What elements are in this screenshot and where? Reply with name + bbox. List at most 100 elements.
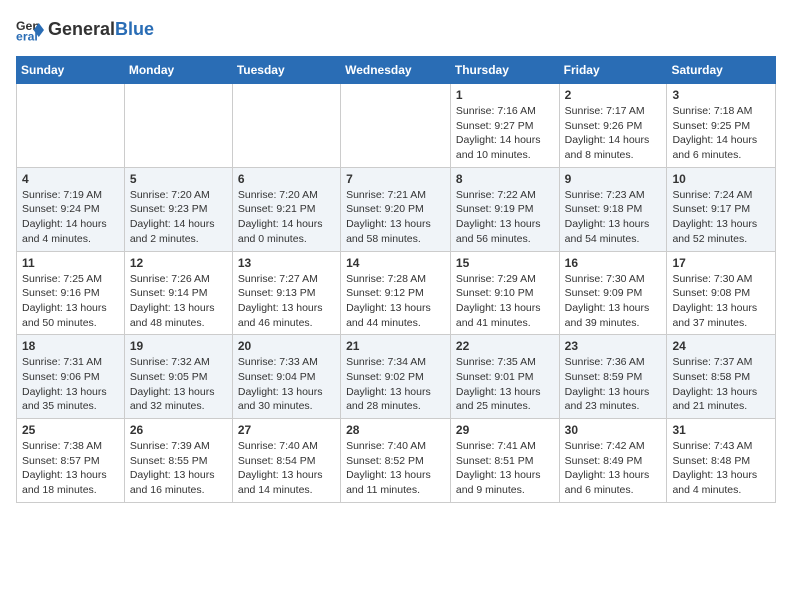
calendar-cell: 22Sunrise: 7:35 AM Sunset: 9:01 PM Dayli… — [450, 335, 559, 419]
day-info: Sunrise: 7:38 AM Sunset: 8:57 PM Dayligh… — [22, 439, 119, 498]
day-info: Sunrise: 7:16 AM Sunset: 9:27 PM Dayligh… — [456, 104, 554, 163]
day-info: Sunrise: 7:33 AM Sunset: 9:04 PM Dayligh… — [238, 355, 335, 414]
col-header-thursday: Thursday — [450, 57, 559, 84]
day-number: 7 — [346, 172, 445, 186]
calendar-cell: 15Sunrise: 7:29 AM Sunset: 9:10 PM Dayli… — [450, 251, 559, 335]
calendar-cell: 28 Sunrise: 7:40 AM Sunset: 8:52 PM Dayli… — [341, 419, 451, 503]
day-number: 1 — [456, 88, 554, 102]
day-number: 27 — [238, 423, 335, 437]
day-info: Sunrise: 7:43 AM Sunset: 8:48 PM Dayligh… — [672, 439, 770, 498]
calendar-cell — [341, 84, 451, 168]
calendar-week-1: 1 Sunrise: 7:16 AM Sunset: 9:27 PM Daylig… — [17, 84, 776, 168]
day-info: Sunrise: 7:31 AM Sunset: 9:06 PM Dayligh… — [22, 355, 119, 414]
col-header-friday: Friday — [559, 57, 667, 84]
calendar-cell: 6 Sunrise: 7:20 AM Sunset: 9:21 PM Daylig… — [232, 167, 340, 251]
day-number: 4 — [22, 172, 119, 186]
logo: Gen eral GeneralBlue — [16, 16, 154, 44]
day-info: Sunrise: 7:39 AM Sunset: 8:55 PM Dayligh… — [130, 439, 227, 498]
calendar-cell — [124, 84, 232, 168]
day-info: Sunrise: 7:25 AM Sunset: 9:16 PM Dayligh… — [22, 272, 119, 331]
calendar-cell: 20 Sunrise: 7:33 AM Sunset: 9:04 PM Dayli… — [232, 335, 340, 419]
svg-text:eral: eral — [16, 30, 38, 44]
calendar-cell: 4 Sunrise: 7:19 AM Sunset: 9:24 PM Daylig… — [17, 167, 125, 251]
day-number: 13 — [238, 256, 335, 270]
day-number: 3 — [672, 88, 770, 102]
day-number: 6 — [238, 172, 335, 186]
day-number: 16 — [565, 256, 662, 270]
day-number: 10 — [672, 172, 770, 186]
calendar-cell: 17 Sunrise: 7:30 AM Sunset: 9:08 PM Dayli… — [667, 251, 776, 335]
day-info: Sunrise: 7:30 AM Sunset: 9:09 PM Dayligh… — [565, 272, 662, 331]
day-number: 29 — [456, 423, 554, 437]
day-number: 5 — [130, 172, 227, 186]
calendar-table: SundayMondayTuesdayWednesdayThursdayFrid… — [16, 56, 776, 503]
day-number: 28 — [346, 423, 445, 437]
calendar-cell: 27 Sunrise: 7:40 AM Sunset: 8:54 PM Dayli… — [232, 419, 340, 503]
calendar-week-2: 4 Sunrise: 7:19 AM Sunset: 9:24 PM Daylig… — [17, 167, 776, 251]
day-number: 15 — [456, 256, 554, 270]
calendar-cell: 11 Sunrise: 7:25 AM Sunset: 9:16 PM Dayli… — [17, 251, 125, 335]
day-info: Sunrise: 7:32 AM Sunset: 9:05 PM Dayligh… — [130, 355, 227, 414]
calendar-header: SundayMondayTuesdayWednesdayThursdayFrid… — [17, 57, 776, 84]
day-info: Sunrise: 7:24 AM Sunset: 9:17 PM Dayligh… — [672, 188, 770, 247]
day-number: 24 — [672, 339, 770, 353]
calendar-cell: 3 Sunrise: 7:18 AM Sunset: 9:25 PM Daylig… — [667, 84, 776, 168]
day-number: 14 — [346, 256, 445, 270]
day-number: 22 — [456, 339, 554, 353]
calendar-cell: 18 Sunrise: 7:31 AM Sunset: 9:06 PM Dayli… — [17, 335, 125, 419]
calendar-cell: 26 Sunrise: 7:39 AM Sunset: 8:55 PM Dayli… — [124, 419, 232, 503]
day-number: 30 — [565, 423, 662, 437]
calendar-cell: 25 Sunrise: 7:38 AM Sunset: 8:57 PM Dayli… — [17, 419, 125, 503]
day-info: Sunrise: 7:22 AM Sunset: 9:19 PM Dayligh… — [456, 188, 554, 247]
day-number: 18 — [22, 339, 119, 353]
calendar-cell: 14Sunrise: 7:28 AM Sunset: 9:12 PM Dayli… — [341, 251, 451, 335]
calendar-week-4: 18 Sunrise: 7:31 AM Sunset: 9:06 PM Dayli… — [17, 335, 776, 419]
day-number: 9 — [565, 172, 662, 186]
day-number: 19 — [130, 339, 227, 353]
day-info: Sunrise: 7:41 AM Sunset: 8:51 PM Dayligh… — [456, 439, 554, 498]
day-info: Sunrise: 7:40 AM Sunset: 8:54 PM Dayligh… — [238, 439, 335, 498]
calendar-cell: 5Sunrise: 7:20 AM Sunset: 9:23 PM Daylig… — [124, 167, 232, 251]
day-info: Sunrise: 7:27 AM Sunset: 9:13 PM Dayligh… — [238, 272, 335, 331]
day-info: Sunrise: 7:42 AM Sunset: 8:49 PM Dayligh… — [565, 439, 662, 498]
calendar-cell: 13 Sunrise: 7:27 AM Sunset: 9:13 PM Dayli… — [232, 251, 340, 335]
day-info: Sunrise: 7:23 AM Sunset: 9:18 PM Dayligh… — [565, 188, 662, 247]
day-number: 31 — [672, 423, 770, 437]
calendar-cell: 16 Sunrise: 7:30 AM Sunset: 9:09 PM Dayli… — [559, 251, 667, 335]
logo-text-line1: GeneralBlue — [48, 20, 154, 40]
calendar-cell — [17, 84, 125, 168]
calendar-cell: 12Sunrise: 7:26 AM Sunset: 9:14 PM Dayli… — [124, 251, 232, 335]
day-info: Sunrise: 7:40 AM Sunset: 8:52 PM Dayligh… — [346, 439, 445, 498]
day-info: Sunrise: 7:18 AM Sunset: 9:25 PM Dayligh… — [672, 104, 770, 163]
day-number: 26 — [130, 423, 227, 437]
calendar-cell: 10 Sunrise: 7:24 AM Sunset: 9:17 PM Dayli… — [667, 167, 776, 251]
calendar-cell: 30 Sunrise: 7:42 AM Sunset: 8:49 PM Dayli… — [559, 419, 667, 503]
day-info: Sunrise: 7:34 AM Sunset: 9:02 PM Dayligh… — [346, 355, 445, 414]
day-info: Sunrise: 7:37 AM Sunset: 8:58 PM Dayligh… — [672, 355, 770, 414]
calendar-cell: 23Sunrise: 7:36 AM Sunset: 8:59 PM Dayli… — [559, 335, 667, 419]
calendar-cell: 24 Sunrise: 7:37 AM Sunset: 8:58 PM Dayli… — [667, 335, 776, 419]
day-number: 17 — [672, 256, 770, 270]
calendar-cell: 2 Sunrise: 7:17 AM Sunset: 9:26 PM Daylig… — [559, 84, 667, 168]
calendar-week-5: 25 Sunrise: 7:38 AM Sunset: 8:57 PM Dayli… — [17, 419, 776, 503]
day-number: 12 — [130, 256, 227, 270]
calendar-cell: 9 Sunrise: 7:23 AM Sunset: 9:18 PM Daylig… — [559, 167, 667, 251]
day-number: 21 — [346, 339, 445, 353]
day-number: 23 — [565, 339, 662, 353]
col-header-saturday: Saturday — [667, 57, 776, 84]
calendar-week-3: 11 Sunrise: 7:25 AM Sunset: 9:16 PM Dayli… — [17, 251, 776, 335]
day-info: Sunrise: 7:19 AM Sunset: 9:24 PM Dayligh… — [22, 188, 119, 247]
day-info: Sunrise: 7:17 AM Sunset: 9:26 PM Dayligh… — [565, 104, 662, 163]
col-header-tuesday: Tuesday — [232, 57, 340, 84]
calendar-cell: 8 Sunrise: 7:22 AM Sunset: 9:19 PM Daylig… — [450, 167, 559, 251]
day-info: Sunrise: 7:20 AM Sunset: 9:21 PM Dayligh… — [238, 188, 335, 247]
day-number: 25 — [22, 423, 119, 437]
day-number: 11 — [22, 256, 119, 270]
col-header-sunday: Sunday — [17, 57, 125, 84]
calendar-cell: 31 Sunrise: 7:43 AM Sunset: 8:48 PM Dayli… — [667, 419, 776, 503]
day-number: 20 — [238, 339, 335, 353]
day-number: 2 — [565, 88, 662, 102]
day-info: Sunrise: 7:30 AM Sunset: 9:08 PM Dayligh… — [672, 272, 770, 331]
day-number: 8 — [456, 172, 554, 186]
calendar-cell: 7Sunrise: 7:21 AM Sunset: 9:20 PM Daylig… — [341, 167, 451, 251]
